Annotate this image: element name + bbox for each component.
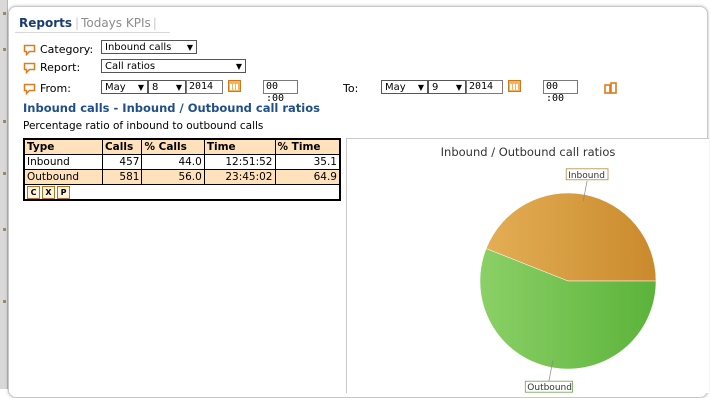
svg-text:Inbound: Inbound xyxy=(568,171,605,181)
help-bubble-icon[interactable] xyxy=(23,44,36,56)
tab-bar: Reports | Todays KPIs | xyxy=(17,14,158,32)
export-row: CXP xyxy=(23,184,341,201)
category-select[interactable]: Inbound calls ▼ xyxy=(101,40,197,54)
column-header: Type xyxy=(23,138,103,155)
report-select-value: Call ratios xyxy=(105,61,156,72)
from-month-select[interactable]: May ▼ xyxy=(101,80,148,94)
export-buttons: CXP xyxy=(23,184,341,201)
chevron-down-icon: ▼ xyxy=(455,83,462,92)
from-time-input[interactable]: 00 :00 xyxy=(263,80,298,104)
table-cell: Outbound xyxy=(23,169,103,185)
calendar-icon[interactable] xyxy=(508,80,521,92)
pie-chart-panel: Inbound / Outbound call ratios Inbound Ou… xyxy=(346,138,709,393)
report-heading: Inbound calls - Inbound / Outbound call … xyxy=(23,101,320,115)
slice-label-inbound: Inbound xyxy=(565,168,609,181)
tab-underline xyxy=(15,32,170,33)
from-day-select[interactable]: 8 ▼ xyxy=(148,80,186,94)
report-subtitle: Percentage ratio of inbound to outbound … xyxy=(23,120,264,132)
table-cell: 35.1 xyxy=(274,154,341,170)
slice-label-outbound: Outbound xyxy=(524,380,573,393)
tab-todays-kpis[interactable]: Todays KPIs xyxy=(80,16,152,30)
to-label: To: xyxy=(343,82,359,95)
table-row: Inbound 457 44.0 12:51:52 35.1 xyxy=(23,154,341,170)
report-label: Report: xyxy=(40,60,81,74)
table-cell: 23:45:02 xyxy=(203,169,276,185)
tab-separator: | xyxy=(152,16,157,30)
from-month-value: May xyxy=(105,82,126,93)
chevron-down-icon: ▼ xyxy=(235,62,242,71)
export-csv-button[interactable]: C xyxy=(27,185,40,199)
table-cell: 56.0 xyxy=(141,169,205,185)
to-month-select[interactable]: May ▼ xyxy=(381,80,428,94)
to-year-input[interactable]: 2014 xyxy=(466,80,503,94)
chevron-down-icon: ▼ xyxy=(417,83,424,92)
column-header: % Time xyxy=(274,138,341,155)
table-cell: 64.9 xyxy=(274,169,341,185)
table-cell: 44.0 xyxy=(141,154,205,170)
from-label: From: xyxy=(40,81,71,95)
from-row: From: xyxy=(23,79,71,97)
ratio-table: Type Calls % Calls Time % Time Inbound 4… xyxy=(23,138,341,201)
reports-panel: Reports | Todays KPIs | Category: Inboun… xyxy=(8,6,709,398)
chevron-down-icon: ▼ xyxy=(186,43,193,52)
table-cell: 12:51:52 xyxy=(203,154,276,170)
category-select-value: Inbound calls xyxy=(105,42,172,53)
calendar-icon[interactable] xyxy=(228,80,241,92)
category-label: Category: xyxy=(40,42,94,56)
report-row: Report: xyxy=(23,58,80,76)
from-day-value: 8 xyxy=(152,82,159,93)
column-header: Calls xyxy=(101,138,143,155)
tab-reports[interactable]: Reports xyxy=(17,16,74,30)
table-cell: Inbound xyxy=(23,154,103,170)
background-window-edge xyxy=(0,0,8,389)
to-month-value: May xyxy=(385,82,406,93)
to-day-select[interactable]: 9 ▼ xyxy=(428,80,466,94)
help-bubble-icon[interactable] xyxy=(23,62,36,74)
svg-text:Outbound: Outbound xyxy=(527,383,572,393)
table-cell: 457 xyxy=(101,154,143,170)
to-time-input[interactable]: 00 :00 xyxy=(543,80,578,104)
run-report-icon[interactable] xyxy=(604,82,618,94)
pie-chart: Inbound Outbound xyxy=(479,168,657,393)
table-row: Outbound 581 56.0 23:45:02 64.9 xyxy=(23,169,341,185)
chevron-down-icon: ▼ xyxy=(137,83,144,92)
export-excel-button[interactable]: X xyxy=(42,185,55,199)
to-day-value: 9 xyxy=(432,82,439,93)
column-header: % Calls xyxy=(141,138,205,155)
report-select[interactable]: Call ratios ▼ xyxy=(101,59,246,73)
from-year-input[interactable]: 2014 xyxy=(186,80,223,94)
table-header-row: Type Calls % Calls Time % Time xyxy=(23,138,341,155)
column-header: Time xyxy=(203,138,276,155)
export-pdf-button[interactable]: P xyxy=(57,185,70,199)
category-row: Category: xyxy=(23,40,93,58)
help-bubble-icon[interactable] xyxy=(23,83,36,95)
table-cell: 581 xyxy=(101,169,143,185)
chevron-down-icon: ▼ xyxy=(175,83,182,92)
